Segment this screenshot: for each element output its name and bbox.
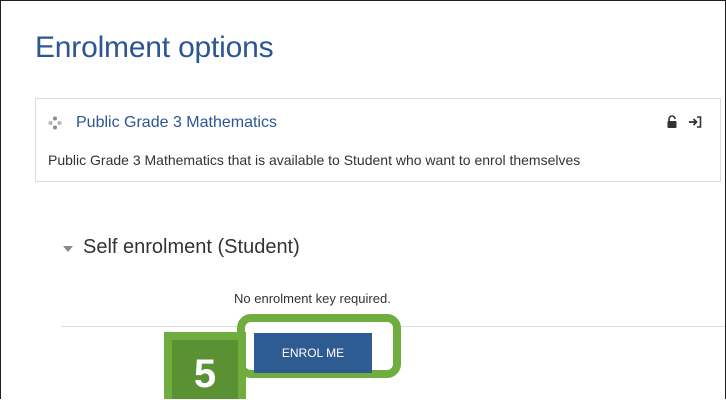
course-header: Public Grade 3 Mathematics [48,114,277,132]
enrolment-key-note: No enrolment key required. [234,291,391,306]
course-icon [48,116,62,130]
step-number: 5 [172,340,238,399]
course-summary: Public Grade 3 Mathematics that is avail… [48,152,581,168]
lock-open-icon [666,115,678,129]
page-frame: Enrolment options Public Grade 3 Mathema… [0,0,726,399]
enrol-arrow-icon[interactable] [688,115,702,129]
course-box: Public Grade 3 Mathematics Public Grade … [35,98,721,182]
course-actions [666,115,702,129]
section-title: Self enrolment (Student) [83,236,300,258]
self-enrolment-section-toggle[interactable]: Self enrolment (Student) [63,236,300,259]
enrol-me-button[interactable]: ENROL ME [254,333,372,373]
chevron-down-icon [63,245,73,252]
step-badge: 5 [164,332,246,399]
course-link[interactable]: Public Grade 3 Mathematics [76,114,277,132]
page-title: Enrolment options [35,31,274,64]
